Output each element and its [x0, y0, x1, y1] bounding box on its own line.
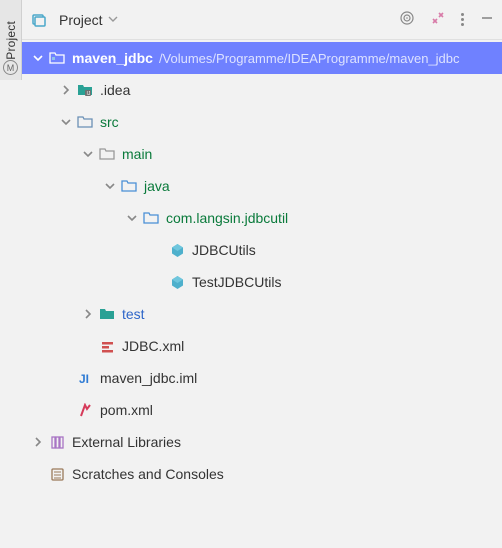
node-label: src: [100, 114, 119, 130]
tree-node-iml[interactable]: JI maven_jdbc.iml: [22, 362, 502, 394]
folder-icon: IJ: [76, 81, 94, 99]
tree-node-class-2[interactable]: TestJDBCUtils: [22, 266, 502, 298]
chevron-right-icon[interactable]: [58, 85, 74, 95]
source-folder-icon: [120, 177, 138, 195]
node-label: External Libraries: [72, 434, 181, 450]
tree-node-jdbcxml[interactable]: JDBC.xml: [22, 330, 502, 362]
chevron-down-icon[interactable]: [58, 117, 74, 127]
chevron-down-icon[interactable]: [30, 53, 46, 63]
chevron-right-icon[interactable]: [80, 309, 96, 319]
class-icon: [168, 273, 186, 291]
folder-icon: [98, 145, 116, 163]
tree-node-test[interactable]: test: [22, 298, 502, 330]
chevron-down-icon[interactable]: [102, 181, 118, 191]
node-label: .idea: [100, 82, 130, 98]
library-icon: [48, 433, 66, 451]
node-label: JDBCUtils: [192, 242, 256, 258]
scratch-icon: [48, 465, 66, 483]
project-icon: [30, 11, 48, 29]
chevron-down-icon: [108, 12, 118, 27]
folder-icon: [76, 113, 94, 131]
xml-file-icon: [98, 337, 116, 355]
tree-node-package[interactable]: com.langsin.jdbcutil: [22, 202, 502, 234]
panel-title-dropdown[interactable]: Project: [30, 11, 399, 29]
tree-node-idea[interactable]: IJ .idea: [22, 74, 502, 106]
node-label: Scratches and Consoles: [72, 466, 224, 482]
panel-header: Project: [22, 0, 502, 40]
tree-node-root[interactable]: maven_jdbc /Volumes/Programme/IDEAProgra…: [22, 42, 502, 74]
project-tree[interactable]: maven_jdbc /Volumes/Programme/IDEAProgra…: [22, 40, 502, 490]
collapse-icon[interactable]: [431, 11, 445, 28]
chevron-down-icon[interactable]: [124, 213, 140, 223]
minimize-icon[interactable]: [480, 11, 494, 28]
tree-node-pom[interactable]: pom.xml: [22, 394, 502, 426]
tree-node-class-1[interactable]: JDBCUtils: [22, 234, 502, 266]
panel-title-text: Project: [59, 12, 103, 28]
project-panel: Project maven_jdbc /Volumes/Programme/ID…: [22, 0, 502, 548]
class-icon: [168, 241, 186, 259]
node-label: test: [122, 306, 145, 322]
iml-file-icon: JI: [76, 369, 94, 387]
chevron-right-icon[interactable]: [30, 437, 46, 447]
tree-node-src[interactable]: src: [22, 106, 502, 138]
svg-text:IJ: IJ: [87, 91, 91, 97]
node-label: com.langsin.jdbcutil: [166, 210, 288, 226]
module-folder-icon: [48, 49, 66, 67]
node-label: maven_jdbc: [72, 50, 153, 66]
tree-node-external-libraries[interactable]: External Libraries: [22, 426, 502, 458]
tree-node-java[interactable]: java: [22, 170, 502, 202]
node-label: JDBC.xml: [122, 338, 184, 354]
svg-text:JI: JI: [79, 372, 89, 386]
tree-node-main[interactable]: main: [22, 138, 502, 170]
node-label: maven_jdbc.iml: [100, 370, 197, 386]
node-path: /Volumes/Programme/IDEAProgramme/maven_j…: [159, 51, 460, 66]
sidebar-badge-icon: M: [3, 60, 18, 75]
tree-node-scratches[interactable]: Scratches and Consoles: [22, 458, 502, 490]
more-options-icon[interactable]: [461, 13, 464, 26]
chevron-down-icon[interactable]: [80, 149, 96, 159]
node-label: java: [144, 178, 170, 194]
maven-file-icon: [76, 401, 94, 419]
sidebar-tab-label: Project: [4, 21, 18, 60]
node-label: main: [122, 146, 152, 162]
target-icon[interactable]: [399, 10, 415, 29]
test-folder-icon: [98, 305, 116, 323]
node-label: pom.xml: [100, 402, 153, 418]
node-label: TestJDBCUtils: [192, 274, 281, 290]
package-icon: [142, 209, 160, 227]
